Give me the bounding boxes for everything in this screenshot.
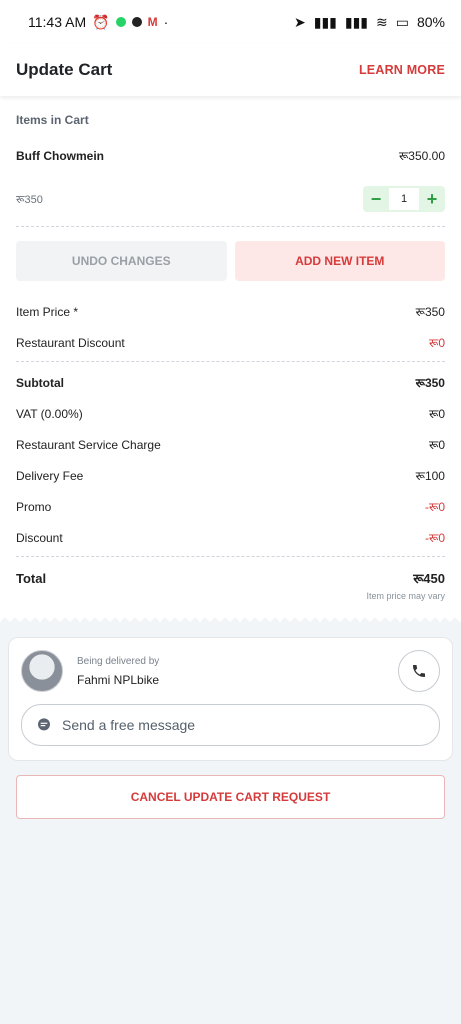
discount-value: -रू0 [425,531,445,545]
vat-value: रू0 [429,407,445,421]
divider [16,556,445,557]
promo-label: Promo [16,499,52,514]
cart-card: Items in Cart Buff Chowmein रू350.00 रू3… [0,96,461,607]
promo-value: -रू0 [425,500,445,514]
being-delivered-by-label: Being delivered by [77,655,160,667]
message-placeholder: Send a free message [62,717,196,733]
subtotal-row: Subtotal रू350 [16,374,445,391]
add-new-item-button[interactable]: ADD NEW ITEM [234,241,445,281]
restaurant-discount-label: Restaurant Discount [16,335,125,350]
battery-level: 80% [416,14,445,30]
item-unit-price: रू350 [16,193,43,206]
divider [16,226,445,227]
total-label: Total [16,570,47,586]
total-value: रू450 [413,571,445,586]
decrease-quantity-button[interactable]: − [363,186,389,212]
signal-icon: ▮▮▮ [313,13,337,30]
gmail-icon: M [147,15,158,29]
price-note: Item price may vary [366,591,445,601]
item-qty-row: रू350 − 1 + [16,186,445,226]
status-time: 11:43 AM [28,14,87,30]
more-dot-icon: · [163,14,169,30]
vat-label: VAT (0.00%) [16,406,83,421]
wifi-icon: ≋ [376,13,388,30]
delivery-fee-row: Delivery Fee रू100 [16,467,445,484]
whatsapp-icon [115,17,126,27]
item-price-row: Item Price * रू350 [16,303,445,320]
delivery-fee-value: रू100 [415,469,445,483]
status-bar: 11:43 AM ⏰ M · ➤ ▮▮▮ ▮▮▮ ≋ ▭ 80% [0,0,461,44]
cancel-update-cart-button[interactable]: CANCEL UPDATE CART REQUEST [16,775,445,819]
delivery-fee-label: Delivery Fee [16,468,84,483]
signal-2-icon: ▮▮▮ [344,13,368,30]
alarm-icon: ⏰ [92,13,110,30]
subtotal-value: रू350 [415,376,445,390]
item-price-label: Item Price * [16,304,79,319]
driver-name: Fahmi NPLbike [77,672,160,687]
vat-row: VAT (0.00%) रू0 [16,405,445,422]
driver-card: Being delivered by Fahmi NPLbike Send a … [8,637,453,761]
cart-action-buttons: UNDO CHANGES ADD NEW ITEM [16,241,445,281]
phone-icon [413,665,425,677]
zigzag-edge [0,607,461,623]
app-icon [131,17,142,27]
items-in-cart-label: Items in Cart [16,113,89,127]
service-charge-value: रू0 [429,438,445,452]
service-charge-row: Restaurant Service Charge रू0 [16,436,445,453]
chat-icon [38,718,50,731]
call-driver-button[interactable] [398,650,440,692]
page-title: Update Cart [16,60,113,79]
driver-avatar [21,650,63,692]
app-header: Update Cart LEARN MORE [0,44,461,96]
driver-info: Being delivered by Fahmi NPLbike [77,656,159,687]
discount-label: Discount [16,530,63,545]
note-row: Item price may vary [16,591,445,607]
discount-row: Discount -रू0 [16,529,445,556]
increase-quantity-button[interactable]: + [419,186,445,212]
undo-changes-button[interactable]: UNDO CHANGES [16,241,227,281]
message-input[interactable]: Send a free message [21,704,440,746]
restaurant-discount-row: Restaurant Discount रू0 [16,334,445,361]
divider [16,361,445,362]
service-charge-label: Restaurant Service Charge [16,437,161,452]
quantity-stepper[interactable]: − 1 + [363,186,445,212]
total-row: Total रू450 [16,569,445,587]
battery-icon: ▭ [395,13,409,30]
promo-row: Promo -रू0 [16,498,445,515]
cart-item-row: Buff Chowmein रू350.00 [16,147,445,164]
item-name: Buff Chowmein [16,148,104,163]
quantity-value[interactable]: 1 [389,188,419,210]
item-total: रू350.00 [398,149,445,163]
restaurant-discount-value: रू0 [429,336,445,350]
learn-more-link[interactable]: LEARN MORE [359,63,445,77]
item-price-value: रू350 [415,305,445,319]
subtotal-label: Subtotal [16,375,64,390]
driver-info-row: Being delivered by Fahmi NPLbike [21,650,440,692]
location-icon: ➤ [294,13,306,30]
